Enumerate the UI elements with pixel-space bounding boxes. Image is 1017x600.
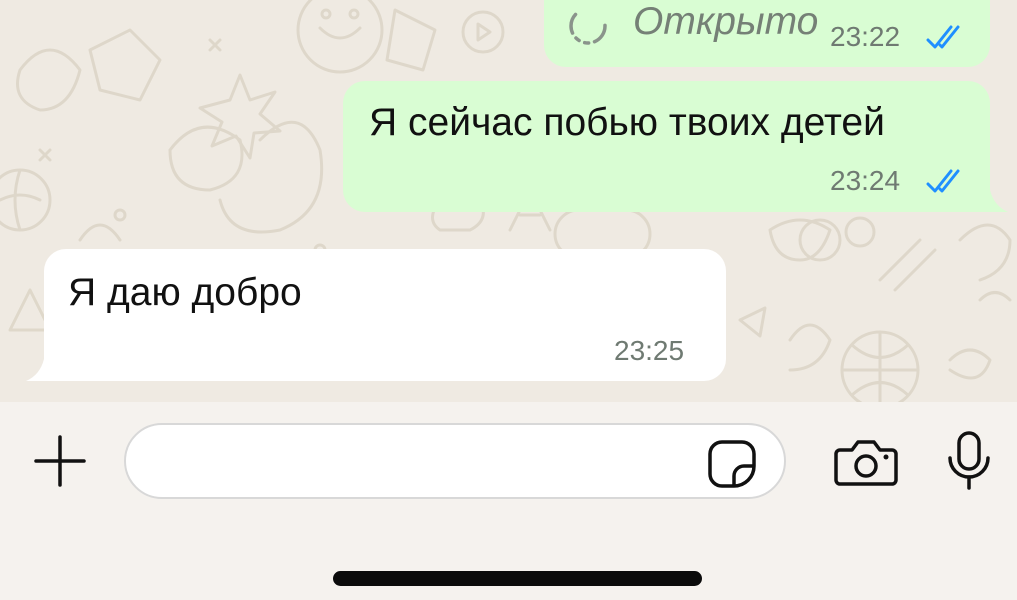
camera-icon[interactable] — [834, 436, 898, 488]
outgoing-bubble-tail — [986, 190, 1008, 212]
message-input[interactable] — [124, 423, 786, 499]
loading-icon — [569, 7, 607, 45]
incoming-message[interactable]: Я даю добро 23:25 — [44, 249, 726, 381]
double-check-icon — [926, 169, 960, 193]
sticker-icon[interactable] — [706, 438, 758, 490]
double-check-icon — [926, 25, 960, 49]
message-time: 23:22 — [830, 21, 901, 52]
status-open-text: Открыто — [633, 0, 819, 43]
message-time: 23:25 — [614, 335, 685, 366]
message-text: Я сейчас побью твоих детей — [369, 101, 885, 144]
home-indicator — [333, 571, 702, 586]
incoming-bubble-tail — [26, 359, 48, 381]
message-text: Я даю добро — [68, 271, 302, 314]
message-composer — [0, 402, 1017, 600]
outgoing-message-status[interactable]: Открыто 23:22 — [544, 0, 990, 67]
message-time: 23:24 — [830, 165, 901, 196]
outgoing-message[interactable]: Я сейчас побью твоих детей 23:24 — [343, 81, 990, 212]
chat-area: Открыто 23:22 Я сейчас побью твоих детей… — [0, 0, 1017, 402]
plus-icon[interactable] — [32, 433, 88, 489]
microphone-icon[interactable] — [945, 430, 993, 492]
